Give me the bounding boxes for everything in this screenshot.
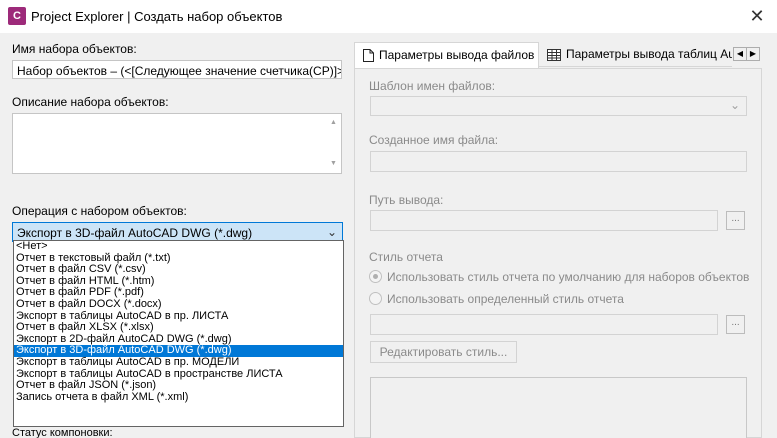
document-icon xyxy=(363,49,374,63)
created-name-label: Созданное имя файла: xyxy=(369,133,499,147)
scroll-up-icon[interactable]: ▲ xyxy=(326,116,341,130)
dropdown-option[interactable]: Отчет в файл JSON (*.json) xyxy=(14,380,343,392)
radio-checked-icon xyxy=(369,270,382,283)
template-label: Шаблон имен файлов: xyxy=(369,79,496,93)
style-path-field[interactable] xyxy=(370,314,718,335)
scroll-down-icon[interactable]: ▼ xyxy=(326,157,341,171)
radio-default-style-label: Использовать стиль отчета по умолчанию д… xyxy=(387,270,750,284)
operation-selected-value: Экспорт в 3D-файл AutoCAD DWG (*.dwg) xyxy=(17,226,253,240)
radio-unchecked-icon xyxy=(369,292,382,305)
edit-style-button[interactable]: Редактировать стиль... xyxy=(370,341,517,363)
description-field[interactable]: ▲ ▼ xyxy=(12,113,342,174)
chevron-down-icon: ⌄ xyxy=(326,225,337,239)
operation-label: Операция с набором объектов: xyxy=(12,204,187,218)
app-icon: C xyxy=(8,7,26,25)
output-path-field[interactable] xyxy=(370,210,718,231)
dropdown-option[interactable]: Экспорт в таблицы AutoCAD в пр. МОДЕЛИ xyxy=(14,356,343,369)
table-icon xyxy=(547,48,561,61)
template-combobox[interactable]: ⌄ xyxy=(370,96,747,116)
browse-style-button[interactable]: ... xyxy=(726,315,745,334)
dropdown-option[interactable]: <Нет> xyxy=(14,240,343,253)
partial-bottom-label: Статус компоновки: xyxy=(12,427,113,438)
tab-file-output[interactable]: Параметры вывода файлов xyxy=(354,42,539,69)
chevron-down-icon: ⌄ xyxy=(729,98,740,112)
created-name-field[interactable] xyxy=(370,151,747,172)
name-field[interactable]: Набор объектов – (<[Следующее значение с… xyxy=(12,60,342,79)
description-scrollbar[interactable]: ▲ ▼ xyxy=(326,114,341,173)
window-title: Project Explorer | Создать набор объекто… xyxy=(31,9,283,24)
description-label: Описание набора объектов: xyxy=(12,95,169,109)
radio-specific-style[interactable]: Использовать определенный стиль отчета xyxy=(369,292,624,306)
operation-combobox[interactable]: Экспорт в 3D-файл AutoCAD DWG (*.dwg) ⌄ xyxy=(12,222,343,242)
preview-box xyxy=(370,377,747,438)
tab-scroll-left-icon[interactable]: ◀ xyxy=(733,47,747,61)
output-path-label: Путь вывода: xyxy=(369,193,444,207)
report-style-label: Стиль отчета xyxy=(369,250,443,264)
dropdown-option[interactable]: Отчет в файл XLSX (*.xlsx) xyxy=(14,322,343,334)
close-button[interactable]: ✕ xyxy=(744,4,770,28)
name-label: Имя набора объектов: xyxy=(12,42,137,56)
dropdown-option[interactable]: Отчет в файл DOCX (*.docx) xyxy=(14,298,343,311)
title-bar: C Project Explorer | Создать набор объек… xyxy=(0,0,777,33)
tab-file-output-label: Параметры вывода файлов xyxy=(379,48,535,62)
browse-path-button[interactable]: ... xyxy=(726,211,745,230)
tab-autocad-tables-label: Параметры вывода таблиц AutoCAD xyxy=(566,47,732,61)
radio-specific-style-label: Использовать определенный стиль отчета xyxy=(387,292,624,306)
tab-scroll-right-icon[interactable]: ▶ xyxy=(746,47,760,61)
tab-autocad-tables[interactable]: Параметры вывода таблиц AutoCAD xyxy=(539,42,732,67)
tab-strip: Параметры вывода файлов Параметры вывода… xyxy=(354,42,760,69)
operation-dropdown-list[interactable]: <Нет> Отчет в текстовый файл (*.txt) Отчет… xyxy=(13,240,344,427)
radio-default-style[interactable]: Использовать стиль отчета по умолчанию д… xyxy=(369,270,749,284)
dropdown-option[interactable]: Запись отчета в файл XML (*.xml) xyxy=(14,391,343,404)
